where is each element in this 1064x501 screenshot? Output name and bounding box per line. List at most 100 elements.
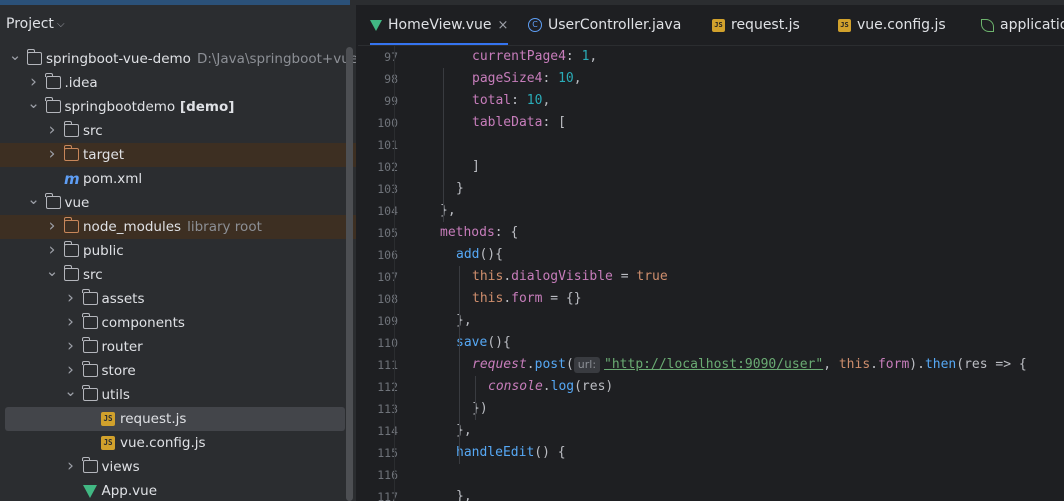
chevron-right-icon[interactable]: › [45,214,59,238]
tree-item[interactable]: › src [0,119,356,143]
folder-icon [82,313,98,329]
tab-usercontroller-java[interactable]: C UserController.java [528,5,681,45]
tab-application[interactable]: application [981,5,1064,45]
tree-item[interactable]: › target [0,143,356,167]
tree-item-hint: D:\Java\springboot+vue框架 [196,51,356,67]
line-number: 97 [384,50,398,64]
code-line[interactable]: ] [472,156,480,178]
folder-icon [45,193,61,209]
tree-item-label: target [83,147,125,163]
code-line[interactable]: this.dialogVisible = true [472,266,668,288]
tree-item[interactable]: ⌄ vue [0,190,356,215]
tab-label: application [1000,17,1064,33]
tab-homeview-vue[interactable]: HomeView.vue × [370,5,509,45]
code-line[interactable]: } [456,178,464,200]
line-number: 100 [377,116,398,130]
tab-vue-config-js[interactable]: JS vue.config.js [838,5,946,45]
tree-item[interactable]: › components [0,311,356,335]
tab-label: request.js [731,17,800,33]
tree-item[interactable]: ⌄ springboot-vue-demo D:\Java\springboot+v… [0,46,356,71]
line-number: 114 [377,424,398,438]
tree-item-label: router [101,339,143,355]
code-line[interactable]: methods: { [440,222,518,244]
tree-item-label: assets [101,291,145,307]
project-panel: Project ⌵ ⌄ springboot-vue-demo D:\Java\sp… [0,5,356,501]
chevron-right-icon[interactable]: › [64,334,78,358]
folder-icon [45,73,61,89]
line-number: 113 [377,402,398,416]
tree-item[interactable]: › store [0,359,356,383]
chevron-right-icon[interactable]: › [45,142,59,166]
chevron-down-icon[interactable]: ⌄ [8,43,22,67]
project-scrollbar[interactable] [346,47,353,501]
tree-item[interactable]: › router [0,335,356,359]
code-line[interactable]: tableData: [ [472,112,566,134]
java-class-icon: C [528,18,542,32]
line-number: 110 [377,336,398,350]
code-line[interactable]: this.form = {} [472,288,582,310]
js-file-icon: JS [838,18,851,32]
tree-item[interactable]: JS vue.config.js [0,431,356,455]
chevron-right-icon[interactable]: › [64,286,78,310]
tree-item[interactable]: › node_modules library root [0,215,356,239]
tree-item-label: request.js [120,411,187,427]
tree-item-label: .idea [64,75,98,91]
tree-item[interactable]: › assets [0,287,356,311]
indent-guide [475,376,476,420]
code-editor[interactable]: 97 98 99 100 101 102 103 104 105 106 107 108 109 110 1… [358,46,1064,501]
folder-icon [82,361,98,377]
tree-item-label: components [101,315,185,331]
tree-item-hint: library root [187,219,262,235]
line-number: 109 [377,314,398,328]
code-line[interactable]: handleEdit() { [456,442,566,464]
code-line[interactable]: add(){ [456,244,503,266]
line-number: 102 [377,160,398,174]
js-file-icon: JS [101,436,115,450]
spring-config-icon [981,18,994,32]
chevron-down-icon[interactable]: ⌄ [27,187,41,211]
project-folder-icon [26,49,42,65]
code-line[interactable]: console.log(res) [488,376,613,398]
chevron-down-icon[interactable]: ⌵ [57,19,65,30]
line-number: 105 [377,226,398,240]
chevron-right-icon[interactable]: › [45,118,59,142]
project-panel-header[interactable]: Project ⌵ [0,5,356,43]
tree-item[interactable]: ⌄ utils [0,382,356,407]
project-panel-title[interactable]: Project [6,16,54,32]
chevron-down-icon[interactable]: ⌄ [64,379,78,403]
tree-item[interactable]: App.vue [0,479,356,501]
tree-item-label: src [83,267,103,283]
folder-icon [82,385,98,401]
chevron-down-icon[interactable]: ⌄ [27,91,41,115]
code-line[interactable]: total: 10, [472,90,550,112]
tree-item[interactable]: › views [0,455,356,479]
close-icon[interactable]: × [498,18,509,33]
folder-icon [63,217,79,233]
tree-item[interactable]: JS request.js [5,407,345,431]
line-number: 104 [377,204,398,218]
tab-request-js[interactable]: JS request.js [712,5,800,45]
tree-item[interactable]: m pom.xml [0,167,356,191]
line-number: 112 [377,380,398,394]
module-name-badge: [demo] [175,99,235,115]
chevron-right-icon[interactable]: › [64,310,78,334]
maven-icon: m [64,170,80,188]
line-number: 101 [377,138,398,152]
line-number: 106 [377,248,398,262]
tree-item-label: pom.xml [83,171,143,187]
tab-label: HomeView.vue [388,17,492,33]
tree-item[interactable]: ⌄ src [0,262,356,287]
folder-icon [63,121,79,137]
line-number: 117 [377,490,398,501]
js-file-icon: JS [712,18,725,32]
code-line[interactable]: currentPage4: 1, [472,46,597,68]
tree-item[interactable]: ⌄ springbootdemo [demo] [0,94,356,119]
line-number: 111 [377,358,398,372]
code-line[interactable]: save(){ [456,332,511,354]
code-line[interactable]: request.post(url: "http://localhost:9090/… [472,354,1027,376]
code-line[interactable]: }, [456,486,472,501]
code-line[interactable]: pageSize4: 10, [472,68,582,90]
chevron-down-icon[interactable]: ⌄ [45,259,59,283]
tree-item[interactable]: › .idea [0,71,356,95]
chevron-right-icon[interactable]: › [64,454,78,478]
